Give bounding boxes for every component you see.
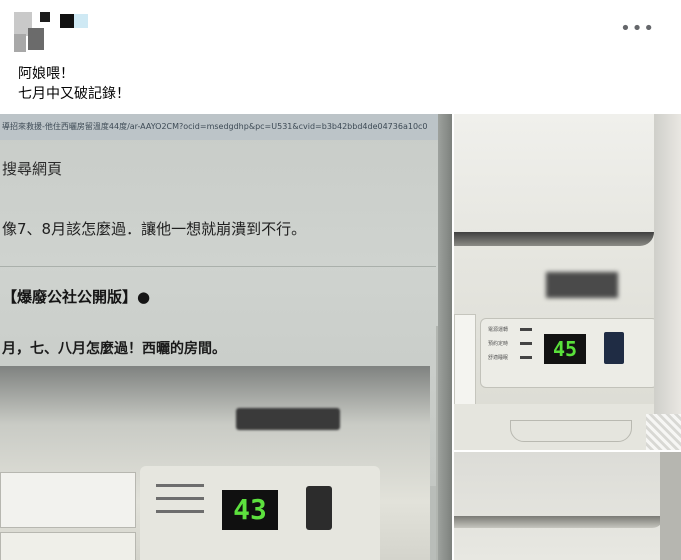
ac-vent <box>454 516 664 528</box>
photo-grid: 導招來救援-他住西曬房留溫度44度/ar-AAYO2CM?ocid=msedgd… <box>0 114 681 560</box>
indicator-light <box>520 328 532 331</box>
ac-cover-panel <box>0 472 136 528</box>
indicator-light <box>520 356 532 359</box>
ac-vent <box>454 232 654 246</box>
photo-text-line: 像7、8月該怎麼過．讓他一想就崩潰到不行。 <box>2 220 307 238</box>
photo-url-text: 導招來救援-他住西曬房留溫度44度/ar-AAYO2CM?ocid=msedgd… <box>0 114 452 140</box>
wall-edge <box>654 114 681 450</box>
indicator-label: 舒適睡眠 <box>488 355 509 361</box>
blurred-brand-label <box>236 408 340 430</box>
ac-receiver-window <box>604 332 624 364</box>
photo-text-search: 搜尋網頁 <box>2 160 63 178</box>
lace-curtain <box>646 414 681 450</box>
indicator-light <box>520 342 532 345</box>
photo-bottom-right[interactable] <box>454 452 681 560</box>
facebook-post: ••• 阿娘喂！ 七月中又破記錄！ 導招來救援-他住西曬房留溫度44度/ar-A… <box>0 0 681 560</box>
indicator-label: 電源運轉 <box>488 327 509 333</box>
indicator-label: 預約定時 <box>488 341 509 347</box>
blurred-brand-label <box>546 272 618 298</box>
avatar-pixelated[interactable] <box>14 12 60 54</box>
air-conditioner: 43 <box>0 366 430 560</box>
ac-indicator-lights <box>156 484 206 523</box>
ac-cover-panel-lower <box>0 532 136 560</box>
photo-main[interactable]: 導招來救援-他住西曬房留溫度44度/ar-AAYO2CM?ocid=msedgd… <box>0 114 452 560</box>
post-text-line-2: 七月中又破記錄！ <box>18 86 130 102</box>
ac-temperature-display: 45 <box>544 334 586 364</box>
ac-bottom-slot <box>510 420 632 442</box>
post-text-line-1: 阿娘喂！ <box>18 66 74 82</box>
ac-receiver-window <box>306 486 332 530</box>
ac-body <box>454 452 681 560</box>
wall-edge <box>660 452 681 560</box>
ac-side-cover <box>454 314 476 416</box>
photo-divider <box>0 266 436 267</box>
post-text: 阿娘喂！ 七月中又破記錄！ <box>18 64 130 104</box>
author-name-pixelated[interactable] <box>60 14 88 30</box>
photo-text-heading: 【爆廢公社公開版】● <box>2 288 151 306</box>
photo-top-right[interactable]: 電源運轉 預約定時 舒適睡眠 45 <box>454 114 681 450</box>
monitor-edge <box>438 114 452 560</box>
more-options-icon[interactable]: ••• <box>620 20 655 38</box>
ac-temperature-display: 43 <box>222 490 278 530</box>
